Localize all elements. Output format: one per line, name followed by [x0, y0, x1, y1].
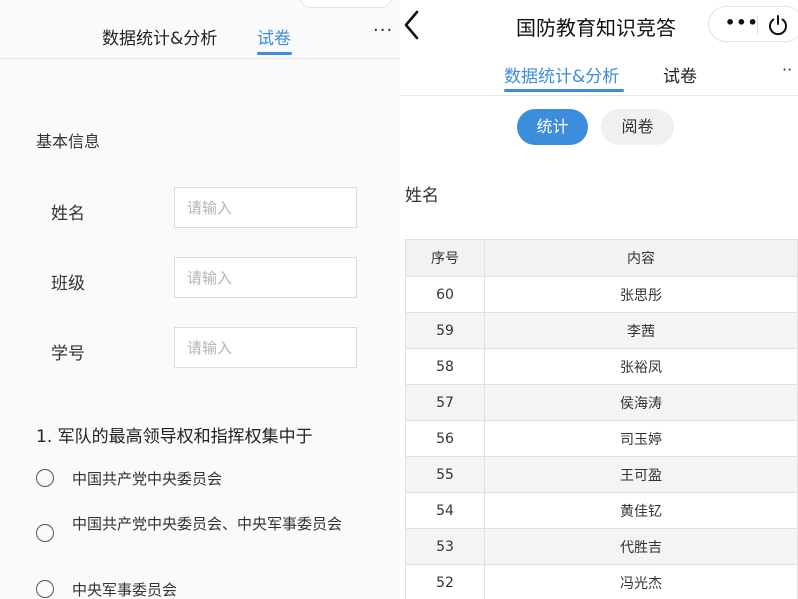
submissions-table: 序号 内容 60 张思彤 59 李茜 58 张裕凤 57 侯海涛 56 司玉婷 … — [405, 239, 798, 599]
row-content: 侯海涛 — [484, 384, 798, 421]
row-content: 黄佳钇 — [484, 492, 798, 529]
row-content: 张裕凤 — [484, 348, 798, 385]
row-content: 张思彤 — [484, 276, 798, 313]
table-row[interactable]: 54 黄佳钇 — [405, 492, 798, 529]
row-content: 李茜 — [484, 312, 798, 349]
table-row[interactable]: 55 王可盈 — [405, 456, 798, 493]
chevron-left-icon[interactable] — [402, 8, 422, 46]
question-title: 1. 军队的最高领导权和指挥权集中于 — [36, 427, 313, 447]
divider — [757, 16, 758, 34]
column-header-content: 内容 — [484, 239, 798, 277]
divider — [400, 95, 798, 96]
more-dots-icon[interactable]: ·· — [782, 60, 792, 79]
grading-button[interactable]: 阅卷 — [601, 109, 674, 145]
table-row[interactable]: 58 张裕凤 — [405, 348, 798, 385]
column-header-index: 序号 — [405, 239, 485, 277]
tab-statistics[interactable]: 数据统计&分析 — [102, 24, 217, 49]
row-index: 56 — [405, 420, 485, 457]
capsule-stub — [300, 0, 392, 8]
table-row[interactable]: 60 张思彤 — [405, 276, 798, 313]
class-label: 班级 — [51, 274, 85, 294]
table-row[interactable]: 56 司玉婷 — [405, 420, 798, 457]
name-filter-label: 姓名 — [405, 186, 439, 206]
active-tab-indicator — [257, 52, 292, 55]
radio-unchecked-icon[interactable] — [36, 524, 54, 542]
row-content: 司玉婷 — [484, 420, 798, 457]
row-index: 53 — [405, 528, 485, 565]
active-tab-indicator — [504, 89, 624, 92]
table-row[interactable]: 57 侯海涛 — [405, 384, 798, 421]
name-label: 姓名 — [51, 204, 85, 224]
divider — [0, 58, 400, 59]
row-index: 60 — [405, 276, 485, 313]
capsule-menu: ••• — [708, 6, 798, 42]
exam-form-panel: 数据统计&分析 试卷 ··· 基本信息 姓名 班级 学号 1. 军队的最高领导权… — [0, 0, 400, 599]
name-input[interactable] — [174, 187, 357, 228]
table-row[interactable]: 59 李茜 — [405, 312, 798, 349]
option-label: 中国共产党中央委员会、中央军事委员会 — [72, 515, 343, 533]
option-label: 中国共产党中央委员会 — [72, 470, 223, 488]
option-label: 中央军事委员会 — [72, 581, 178, 599]
row-index: 59 — [405, 312, 485, 349]
table-row[interactable]: 52 冯光杰 — [405, 564, 798, 599]
row-index: 58 — [405, 348, 485, 385]
statistics-panel: 国防教育知识竞答 ••• 数据统计&分析 试卷 ·· 统计 阅卷 姓名 序号 内… — [400, 0, 798, 599]
tab-exam[interactable]: 试卷 — [257, 24, 291, 49]
radio-unchecked-icon[interactable] — [36, 469, 54, 487]
radio-unchecked-icon[interactable] — [36, 580, 54, 598]
student-id-label: 学号 — [51, 344, 85, 364]
tab-statistics[interactable]: 数据统计&分析 — [504, 62, 619, 87]
row-content: 冯光杰 — [484, 564, 798, 599]
row-content: 代胜吉 — [484, 528, 798, 565]
table-header-row: 序号 内容 — [405, 239, 798, 277]
row-index: 54 — [405, 492, 485, 529]
row-index: 55 — [405, 456, 485, 493]
more-dots-icon[interactable]: ··· — [373, 20, 393, 41]
power-icon[interactable] — [767, 14, 789, 40]
row-content: 王可盈 — [484, 456, 798, 493]
section-title: 基本信息 — [36, 132, 101, 151]
row-index: 52 — [405, 564, 485, 599]
class-input[interactable] — [174, 257, 357, 298]
tab-exam[interactable]: 试卷 — [663, 62, 697, 87]
student-id-input[interactable] — [174, 327, 357, 368]
page-title: 国防教育知识竞答 — [516, 16, 676, 40]
table-row[interactable]: 53 代胜吉 — [405, 528, 798, 565]
row-index: 57 — [405, 384, 485, 421]
statistics-button[interactable]: 统计 — [517, 109, 588, 145]
more-dots-icon[interactable]: ••• — [725, 13, 759, 32]
